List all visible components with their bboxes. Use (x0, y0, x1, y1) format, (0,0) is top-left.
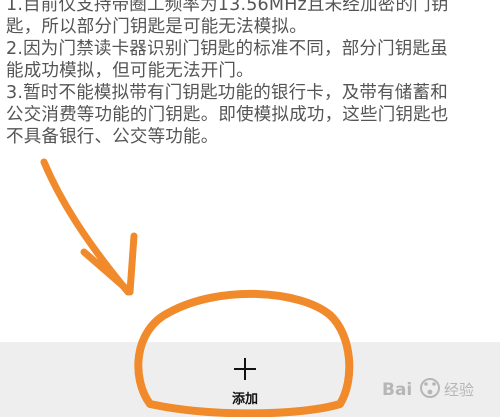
instruction-line-2: 匙，所以部分门钥匙是可能无法模拟。 (6, 17, 307, 37)
instruction-line-1: 1.目前仅支持带圈工频率为13.56MHz且未经加密的门钥 (6, 0, 449, 15)
instructions-panel: 1.目前仅支持带圈工频率为13.56MHz且未经加密的门钥 匙，所以部分门钥匙是… (0, 0, 500, 340)
plus-icon (234, 358, 256, 380)
instruction-line-6: 公交消费等功能的门钥匙。即使模拟成功，这些门钥匙也 (6, 105, 449, 125)
instruction-line-7: 不具备银行、公交等功能。 (6, 127, 219, 147)
svg-text:经验: 经验 (444, 381, 474, 399)
add-button[interactable]: 添加 (200, 350, 290, 414)
instruction-line-3: 2.因为门禁读卡器识别门钥匙的标准不同，部分门钥匙虽 (6, 39, 448, 59)
svg-text:Bai: Bai (382, 380, 412, 400)
instruction-line-5: 3.暂时不能模拟带有门钥匙功能的银行卡，及带有储蓄和 (6, 83, 448, 103)
baidu-jingyan-watermark: Bai 经验 (382, 378, 474, 400)
instruction-line-4: 能成功模拟，但可能无法开门。 (6, 61, 254, 81)
add-button-label: 添加 (231, 392, 258, 407)
